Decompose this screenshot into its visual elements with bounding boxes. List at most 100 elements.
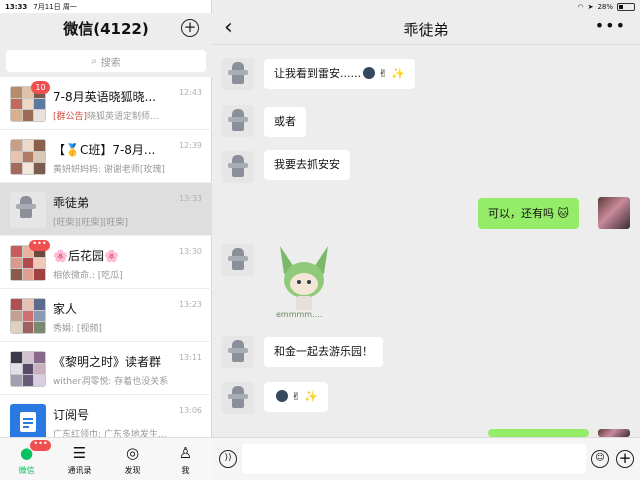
contacts-icon: ☰ (72, 444, 87, 462)
message-bubble[interactable]: 或者 (264, 107, 306, 137)
message-bubble[interactable]: 和金一起去游乐园！ (264, 337, 383, 367)
blush-emoji-icon (362, 67, 375, 79)
chat-item-c-class[interactable]: 【🥇C班】7-8月... 黄妍妍妈妈: 谢谢老师[玫瑰] 12:39 (0, 130, 212, 183)
my-avatar[interactable] (598, 197, 630, 229)
message-text: 和金一起去游乐园！ (274, 345, 373, 358)
chat-preview: 秀娟: [视频] (53, 324, 102, 334)
chat-list-panel: 微信(4122) + ⌕ 搜索 10 7-8月英语晓狐晓... [群公告]晓狐英… (0, 0, 212, 480)
tab-label: 通讯录 (67, 466, 92, 475)
announcement-tag: [群公告] (53, 112, 88, 122)
bottom-tab-bar: ● ••• 微信 ☰ 通讯录 ◎ 发现 ♙ 我 (0, 437, 212, 480)
chat-name: 乖徒弟 (53, 196, 90, 210)
compass-icon: ◎ (125, 444, 140, 462)
tab-label: 微信 (18, 466, 35, 475)
chat-preview: 相依微命.: [吃瓜] (53, 271, 123, 281)
contact-avatar[interactable] (222, 382, 254, 414)
chat-preview-text: 晓狐英语定制师... (87, 112, 159, 122)
chat-item-back-garden[interactable]: ••• 🌸后花园🌸 相依微命.: [吃瓜] 13:30 (0, 236, 212, 289)
contact-avatar[interactable] (222, 244, 254, 276)
tab-me[interactable]: ♙ 我 (159, 438, 212, 480)
search-input[interactable]: ⌕ 搜索 (6, 50, 206, 72)
chat-item-apprentice[interactable]: 乖徒弟 [旺柴][旺柴][旺柴] 13:33 (0, 183, 212, 236)
contact-avatar[interactable] (222, 58, 254, 90)
conversation-panel: ‹ 乖徒弟 ••• 让我看到雷安...... ✌ ✨ 或者 我要去抓安安 可以，… (212, 0, 640, 480)
message-bubble[interactable]: 我要去抓安安 (264, 150, 350, 180)
search-placeholder: 搜索 (100, 57, 121, 69)
chat-preview: 黄妍妍妈妈: 谢谢老师[玫瑰] (53, 165, 165, 175)
group-avatar (10, 351, 46, 387)
unread-badge: 10 (31, 81, 50, 94)
group-avatar (10, 139, 46, 175)
battery-percent: 28% (597, 2, 613, 11)
message-emoji: ✌ ✨ (291, 390, 318, 403)
battery-icon (617, 2, 635, 11)
status-bar: 13:33 7月11日 周一 ◠ ➤ 28% (0, 0, 640, 13)
contact-avatar[interactable] (222, 105, 254, 137)
contact-avatar (10, 192, 46, 228)
chat-time: 12:43 (178, 88, 202, 97)
chat-preview: wither凋零悦: 存着也没关系 (53, 377, 169, 387)
tab-contacts[interactable]: ☰ 通讯录 (53, 438, 106, 480)
tab-chats[interactable]: ● ••• 微信 (0, 438, 53, 480)
chat-item-readers-group[interactable]: 《黎明之时》读者群 wither凋零悦: 存着也没关系 13:11 (0, 342, 212, 395)
chat-time: 13:11 (178, 353, 202, 362)
message-bubble[interactable]: ✌ ✨ (264, 382, 328, 412)
location-icon: ➤ (587, 2, 594, 11)
chat-preview: [群公告]晓狐英语定制师... (53, 109, 201, 122)
wifi-icon: ◠ (577, 2, 584, 11)
search-icon: ⌕ (91, 55, 97, 67)
tab-label: 发现 (124, 466, 141, 475)
chat-item-family[interactable]: 家人 秀娟: [视频] 13:23 (0, 289, 212, 342)
contact-avatar[interactable] (222, 336, 254, 368)
more-icon[interactable]: ••• (595, 16, 626, 35)
message-emoji: ✌ ✨ (378, 67, 405, 80)
message-input-bar: )) ☺ + (212, 437, 640, 480)
unread-dots-badge: ••• (29, 240, 50, 251)
conversation-title: 乖徒弟 (403, 21, 449, 39)
person-icon: ♙ (178, 444, 193, 462)
chat-item-english-group[interactable]: 10 7-8月英语晓狐晓... [群公告]晓狐英语定制师... 12:43 (0, 77, 212, 130)
chat-name: 7-8月英语晓狐晓... (53, 90, 157, 104)
my-message-bubble[interactable]: 可以，还有吗 🐱 (478, 198, 579, 229)
status-right: ◠ ➤ 28% (577, 2, 635, 11)
wechat-ipad-screen: 微信(4122) + ⌕ 搜索 10 7-8月英语晓狐晓... [群公告]晓狐英… (0, 0, 640, 480)
chat-list-header: 微信(4122) + (0, 13, 212, 45)
my-message-bubble-partial (488, 429, 589, 437)
battery-level (619, 4, 623, 9)
message-text: 或者 (274, 115, 296, 128)
message-text: 我要去抓安安 (274, 158, 340, 171)
chat-name: 【🥇C班】7-8月... (53, 143, 156, 157)
search-bar: ⌕ 搜索 (0, 45, 212, 77)
chat-time: 13:30 (178, 247, 202, 256)
subscription-doc-icon (10, 404, 46, 440)
add-icon[interactable]: + (181, 19, 199, 37)
message-text: 让我看到雷安...... (274, 67, 361, 80)
add-attachment-icon[interactable]: + (616, 450, 634, 468)
cat-emoji-icon: 🐱 (554, 207, 569, 220)
tab-label: 我 (181, 466, 190, 475)
chat-time: 13:33 (178, 194, 202, 203)
chat-time: 12:39 (178, 141, 202, 150)
my-avatar-partial (598, 429, 630, 437)
conversation-header: ‹ 乖徒弟 ••• (212, 13, 640, 45)
emoji-icon[interactable]: ☺ (591, 450, 609, 468)
status-date: 7月11日 周一 (33, 2, 77, 11)
chat-time: 13:23 (178, 300, 202, 309)
message-bubble[interactable]: 让我看到雷安...... ✌ ✨ (264, 59, 415, 89)
sticker-caption: emmmm.... (276, 310, 323, 319)
contact-avatar[interactable] (222, 151, 254, 183)
chat-time: 13:06 (178, 406, 202, 415)
voice-icon[interactable]: )) (219, 450, 237, 468)
chat-name: 🌸后花园🌸 (53, 249, 119, 263)
chat-name: 家人 (53, 302, 78, 316)
message-text: 可以，还有吗 (488, 207, 554, 220)
message-input[interactable] (242, 444, 586, 474)
group-avatar (10, 298, 46, 334)
chat-name: 订阅号 (53, 408, 90, 422)
tab-discover[interactable]: ◎ 发现 (106, 438, 159, 480)
chat-list: 10 7-8月英语晓狐晓... [群公告]晓狐英语定制师... 12:43 【🥇… (0, 77, 212, 448)
chat-name: 《黎明之时》读者群 (53, 355, 162, 369)
status-time: 13:33 (5, 2, 28, 11)
chat-preview: [旺柴][旺柴][旺柴] (53, 218, 129, 228)
blush-emoji-icon (276, 390, 288, 402)
